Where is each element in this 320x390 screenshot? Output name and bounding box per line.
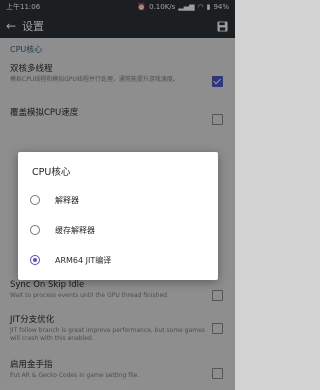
dialog-option-cached-interpreter[interactable]: 缓存解释器 [30,222,205,238]
dialog-title: CPU核心 [32,167,71,178]
option-label: 缓存解释器 [55,225,95,235]
radio-button[interactable] [30,195,40,205]
option-label: 解释器 [55,195,79,205]
dialog-option-arm64-jit[interactable]: ARM64 JIT编译 [30,252,205,268]
cpu-core-dialog: CPU核心 解释器 缓存解释器 ARM64 JIT编译 [18,152,218,280]
radio-button[interactable] [30,225,40,235]
dialog-option-interpreter[interactable]: 解释器 [30,192,205,208]
radio-button-selected[interactable] [30,255,40,265]
option-label: ARM64 JIT编译 [55,255,112,265]
